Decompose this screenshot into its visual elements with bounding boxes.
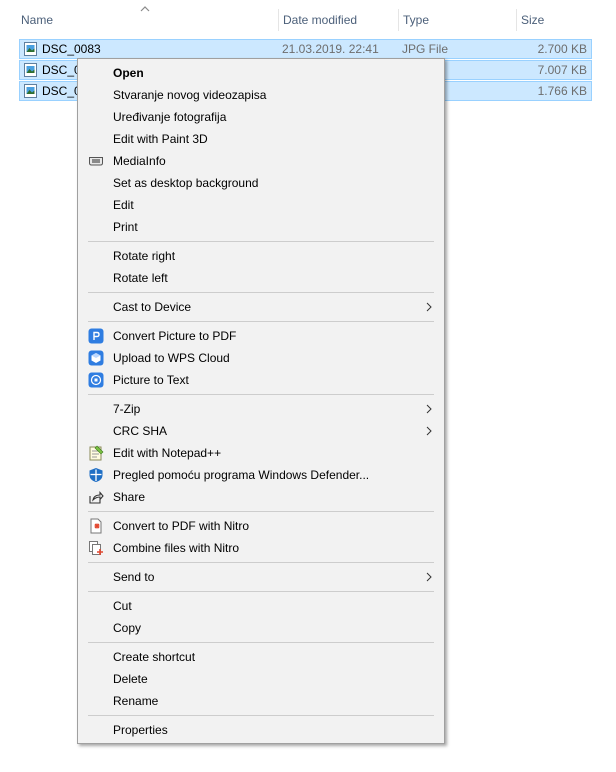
windows-defender-shield-icon <box>89 468 103 482</box>
menu-separator <box>88 715 434 716</box>
image-file-icon <box>24 84 37 98</box>
wps-pdf-icon <box>88 328 104 344</box>
menu-item-open[interactable]: Open <box>80 62 442 84</box>
menu-item-label: Set as desktop background <box>113 176 259 190</box>
menu-item-label: Send to <box>113 570 155 584</box>
menu-item-label: Edit with Paint 3D <box>113 132 208 146</box>
menu-item-label: Rotate left <box>113 271 168 285</box>
menu-item-label: Combine files with Nitro <box>113 541 240 555</box>
menu-item-label: Rename <box>113 694 159 708</box>
menu-item-edit-photos[interactable]: Uređivanje fotografija <box>80 106 442 128</box>
column-header-type[interactable]: Type <box>398 9 516 31</box>
file-size: 1.766 KB <box>537 84 587 98</box>
menu-item-label: Rotate right <box>113 249 176 263</box>
menu-item-picture-to-text[interactable]: Picture to Text <box>80 369 442 391</box>
file-size: 2.700 KB <box>537 42 587 56</box>
column-header-size[interactable]: Size <box>516 9 592 31</box>
file-date: 21.03.2019. 22:41 <box>282 42 379 56</box>
column-header-date-modified[interactable]: Date modified <box>278 9 398 31</box>
menu-item-label: MediaInfo <box>113 154 166 168</box>
image-file-icon <box>24 63 37 77</box>
menu-item-windows-defender-scan[interactable]: Pregled pomoću programa Windows Defender… <box>80 464 442 486</box>
menu-item-label: Copy <box>113 621 142 635</box>
menu-item-rotate-left[interactable]: Rotate left <box>80 267 442 289</box>
file-name: DSC_0083 <box>42 42 101 56</box>
menu-item-label: Upload to WPS Cloud <box>113 351 230 365</box>
menu-item-convert-picture-to-pdf[interactable]: Convert Picture to PDF <box>80 325 442 347</box>
menu-item-label: Properties <box>113 723 168 737</box>
menu-item-label: Print <box>113 220 138 234</box>
menu-item-nitro-convert[interactable]: Convert to PDF with Nitro <box>80 515 442 537</box>
picture-to-text-icon <box>88 372 104 388</box>
menu-item-label: Pregled pomoću programa Windows Defender… <box>113 468 370 482</box>
menu-item-label: CRC SHA <box>113 424 168 438</box>
menu-item-mediainfo[interactable]: MediaInfo <box>80 150 442 172</box>
menu-item-edit-notepadpp[interactable]: Edit with Notepad++ <box>80 442 442 464</box>
menu-item-rename[interactable]: Rename <box>80 690 442 712</box>
menu-item-nitro-combine[interactable]: Combine files with Nitro <box>80 537 442 559</box>
menu-item-create-video[interactable]: Stvaranje novog videozapisa <box>80 84 442 106</box>
file-row[interactable]: DSC_0083 21.03.2019. 22:41 JPG File 2.70… <box>19 39 592 59</box>
menu-item-print[interactable]: Print <box>80 216 442 238</box>
menu-item-label: Cut <box>113 599 132 613</box>
column-header-name[interactable]: Name <box>17 9 276 31</box>
menu-item-upload-wps-cloud[interactable]: Upload to WPS Cloud <box>80 347 442 369</box>
menu-item-copy[interactable]: Copy <box>80 617 442 639</box>
menu-item-send-to[interactable]: Send to <box>80 566 442 588</box>
menu-item-label: Edit <box>113 198 134 212</box>
chevron-right-icon <box>426 404 432 414</box>
menu-separator <box>88 321 434 322</box>
file-list-header: Name Date modified Type Size <box>0 0 616 38</box>
menu-item-label: Delete <box>113 672 148 686</box>
menu-item-label: Cast to Device <box>113 300 192 314</box>
menu-item-7zip[interactable]: 7-Zip <box>80 398 442 420</box>
menu-item-label: Uređivanje fotografija <box>113 110 227 124</box>
menu-item-crc-sha[interactable]: CRC SHA <box>80 420 442 442</box>
menu-item-cut[interactable]: Cut <box>80 595 442 617</box>
menu-separator <box>88 511 434 512</box>
image-file-icon <box>24 42 37 56</box>
menu-item-delete[interactable]: Delete <box>80 668 442 690</box>
menu-separator <box>88 642 434 643</box>
menu-item-cast-to-device[interactable]: Cast to Device <box>80 296 442 318</box>
menu-item-rotate-right[interactable]: Rotate right <box>80 245 442 267</box>
chevron-right-icon <box>426 302 432 312</box>
menu-item-share[interactable]: Share <box>80 486 442 508</box>
mediainfo-icon <box>89 157 103 166</box>
menu-item-edit-paint3d[interactable]: Edit with Paint 3D <box>80 128 442 150</box>
menu-item-label: Share <box>113 490 146 504</box>
menu-item-label: Stvaranje novog videozapisa <box>113 88 267 102</box>
context-menu: Open Stvaranje novog videozapisa Uređiva… <box>77 58 445 744</box>
menu-separator <box>88 591 434 592</box>
menu-item-label: Create shortcut <box>113 650 196 664</box>
share-icon <box>89 491 104 504</box>
menu-item-edit[interactable]: Edit <box>80 194 442 216</box>
notepadpp-icon <box>89 445 104 461</box>
menu-item-create-shortcut[interactable]: Create shortcut <box>80 646 442 668</box>
menu-item-label: Edit with Notepad++ <box>113 446 222 460</box>
menu-separator <box>88 562 434 563</box>
nitro-pdf-icon <box>90 518 102 534</box>
chevron-right-icon <box>426 426 432 436</box>
chevron-right-icon <box>426 572 432 582</box>
file-size: 7.007 KB <box>537 63 587 77</box>
menu-separator <box>88 394 434 395</box>
menu-item-properties[interactable]: Properties <box>80 719 442 741</box>
menu-item-set-desktop-background[interactable]: Set as desktop background <box>80 172 442 194</box>
menu-item-label: Picture to Text <box>113 373 189 387</box>
menu-separator <box>88 292 434 293</box>
nitro-combine-icon <box>89 541 103 555</box>
file-type: JPG File <box>402 42 449 56</box>
wps-cloud-icon <box>88 350 104 366</box>
menu-item-label: Open <box>113 66 144 80</box>
menu-item-label: Convert to PDF with Nitro <box>113 519 250 533</box>
menu-item-label: Convert Picture to PDF <box>113 329 237 343</box>
menu-item-label: 7-Zip <box>113 402 141 416</box>
menu-separator <box>88 241 434 242</box>
